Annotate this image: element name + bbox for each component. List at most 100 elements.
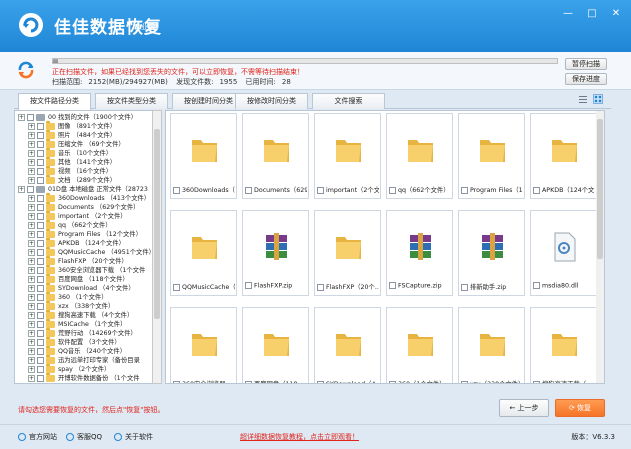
tree-checkbox[interactable] (37, 203, 44, 211)
tree-checkbox[interactable] (27, 185, 34, 193)
expand-icon[interactable]: + (28, 275, 35, 283)
file-checkbox[interactable] (533, 380, 540, 383)
expand-icon[interactable]: + (28, 320, 35, 328)
expand-icon[interactable]: + (28, 158, 35, 166)
expand-icon[interactable]: + (28, 293, 35, 301)
expand-icon[interactable]: + (28, 365, 35, 373)
file-tile[interactable]: Program Files（12... (458, 113, 525, 199)
support-qq-link[interactable]: 客服QQ (66, 432, 102, 442)
expand-icon[interactable]: + (28, 212, 35, 220)
thumbnail-view-icon[interactable] (593, 94, 603, 104)
grid-scrollbar[interactable] (596, 111, 604, 383)
file-tile[interactable]: FlashFXP（20个... (314, 210, 381, 296)
restore-icon[interactable]: □ (585, 8, 599, 19)
tree-checkbox[interactable] (37, 167, 44, 175)
tree-checkbox[interactable] (37, 149, 44, 157)
tree-folder-node[interactable]: + 搜狗高速下载 （4个文件） (28, 309, 133, 320)
expand-icon[interactable]: + (28, 149, 35, 157)
file-checkbox[interactable] (317, 380, 324, 383)
tree-checkbox[interactable] (37, 212, 44, 220)
expand-icon[interactable]: + (18, 113, 25, 121)
tree-checkbox[interactable] (37, 374, 44, 382)
file-checkbox[interactable] (245, 282, 252, 289)
tree-checkbox[interactable] (37, 329, 44, 337)
file-checkbox[interactable] (461, 186, 468, 194)
tree-folder-node[interactable]: + 视频 （16个文件） (28, 165, 112, 176)
tree-folder-node[interactable]: + QQ音乐 （240个文件） (28, 345, 126, 356)
file-checkbox[interactable] (173, 380, 180, 383)
tree-checkbox[interactable] (37, 176, 44, 184)
tutorial-link[interactable]: 超详细数据恢复教程，点击立即观看！ (240, 432, 359, 442)
file-tile[interactable]: QQMusicCache（... (170, 210, 237, 296)
tree-checkbox[interactable] (37, 356, 44, 364)
expand-icon[interactable]: + (28, 122, 35, 130)
expand-icon[interactable]: + (28, 194, 35, 202)
expand-icon[interactable]: + (28, 266, 35, 274)
expand-icon[interactable]: + (28, 203, 35, 211)
tree-drive-node[interactable]: +01D盘 本地磁盘 正常文件（28723 (18, 185, 148, 194)
tree-folder-node[interactable]: + 软件配置 （3个文件） (28, 336, 121, 347)
tree-checkbox[interactable] (37, 122, 44, 130)
expand-icon[interactable]: + (28, 140, 35, 148)
expand-icon[interactable]: + (28, 329, 35, 337)
tree-folder-node[interactable]: + xzx （338个文件） (28, 300, 114, 311)
about-link[interactable]: 关于软件 (114, 432, 153, 442)
file-checkbox[interactable] (461, 380, 468, 383)
tree-checkbox[interactable] (37, 266, 44, 274)
tree-checkbox[interactable] (37, 221, 44, 229)
tree-folder-node[interactable]: + 压缩文件 （69个文件） (28, 138, 125, 149)
tab-file-search[interactable]: 文件搜索 (312, 93, 385, 109)
tree-folder-node[interactable]: +360 （1个文件） (28, 291, 108, 302)
file-checkbox[interactable] (533, 186, 540, 194)
tree-folder-node[interactable]: + 其他 （141个文件） (28, 156, 116, 167)
tree-checkbox[interactable] (37, 284, 44, 292)
minimize-icon[interactable]: — (561, 8, 575, 19)
tree-folder-node[interactable]: + qq （662个文件） (28, 219, 112, 230)
tree-checkbox[interactable] (37, 311, 44, 319)
tree-folder-node[interactable]: + 荒野行动 （14269个文件） (28, 327, 137, 338)
file-tile[interactable]: 排新助手.zip (458, 210, 525, 296)
file-tile[interactable]: 360安全浏览器... (170, 307, 237, 383)
tree-folder-node[interactable]: + 图像 （891个文件） (28, 120, 116, 131)
tree-checkbox[interactable] (37, 194, 44, 202)
tree-folder-node[interactable]: + 迅为远单打印专家（备份目录 (28, 354, 140, 365)
expand-icon[interactable]: + (28, 311, 35, 319)
tree-folder-node[interactable]: + 音乐 （10个文件） (28, 147, 112, 158)
tree-folder-node[interactable]: + SYDownload （4个文件） (28, 282, 135, 293)
file-checkbox[interactable] (245, 186, 252, 194)
expand-icon[interactable]: + (28, 230, 35, 238)
file-tile[interactable]: 百度网盘（118... (242, 307, 309, 383)
expand-icon[interactable]: + (28, 347, 35, 355)
tree-folder-node[interactable]: + 开博软件数据备份 （1个文件 (28, 372, 140, 383)
file-checkbox[interactable] (173, 283, 180, 291)
tree-folder-node[interactable]: + 照片 （484个文件） (28, 129, 116, 140)
tab-by-modified-time[interactable]: 按修改时间分类 (235, 93, 308, 109)
file-tile[interactable]: 搜狗高速下载（... (530, 307, 597, 383)
file-checkbox[interactable] (533, 282, 540, 289)
expand-icon[interactable]: + (28, 239, 35, 247)
expand-icon[interactable]: + (28, 374, 35, 382)
tree-folder-node[interactable]: + APKDB （124个文件） (28, 237, 125, 248)
recover-button[interactable]: ⟳ 恢复 (555, 399, 605, 417)
file-tile[interactable]: xzx（338个文件） (458, 307, 525, 383)
grid-scrollbar-thumb[interactable] (597, 119, 603, 259)
file-checkbox[interactable] (389, 380, 396, 383)
tree-folder-node[interactable]: + MSICache （1个文件） (28, 318, 126, 329)
tree-checkbox[interactable] (37, 347, 44, 355)
file-tile[interactable]: qq（662个文件） (386, 113, 453, 199)
list-view-icon[interactable] (578, 94, 588, 104)
previous-step-button[interactable]: ← 上一步 (499, 399, 549, 417)
expand-icon[interactable]: + (28, 338, 35, 346)
tree-checkbox[interactable] (37, 230, 44, 238)
expand-icon[interactable]: + (28, 221, 35, 229)
tree-checkbox[interactable] (37, 275, 44, 283)
close-icon[interactable]: ✕ (609, 8, 623, 19)
file-tile[interactable]: msdia80.dll (530, 210, 597, 296)
tree-drive-node[interactable]: +00 找到的文件（1900个文件） (18, 113, 137, 122)
file-tile[interactable]: important（2个文... (314, 113, 381, 199)
tree-checkbox[interactable] (37, 293, 44, 301)
expand-icon[interactable]: + (28, 284, 35, 292)
tree-scrollbar[interactable] (152, 110, 162, 384)
tree-folder-node[interactable]: + 百度网盘 （118个文件） (28, 273, 129, 284)
expand-icon[interactable]: + (18, 185, 25, 193)
